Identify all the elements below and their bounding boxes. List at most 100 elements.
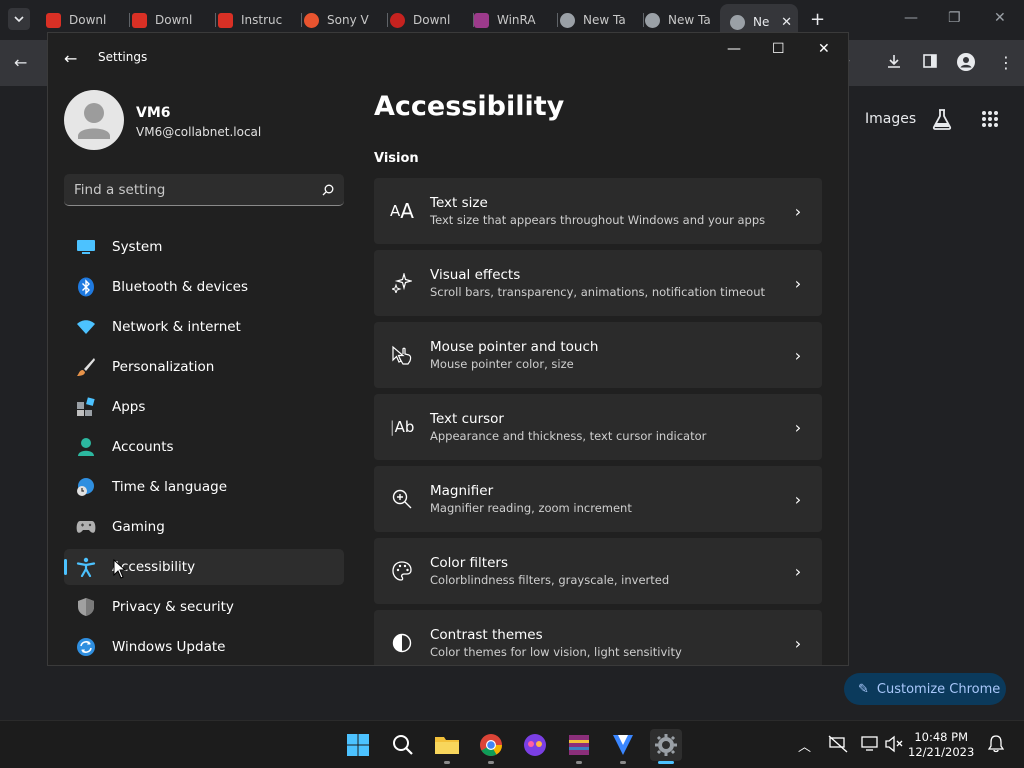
tab-label: Downl <box>69 13 107 27</box>
settings-window: ← Settings — ☐ ✕ VM6 VM6@collabnet.local… <box>47 32 849 666</box>
app-taskbar-button-2[interactable] <box>607 729 639 764</box>
notification-bell-icon[interactable] <box>987 735 1005 757</box>
system-clock[interactable]: 10:48 PM 12/21/2023 <box>908 730 974 760</box>
chrome-taskbar-button[interactable] <box>475 729 507 764</box>
card-desc: Scroll bars, transparency, animations, n… <box>430 285 765 299</box>
start-button[interactable] <box>342 729 374 761</box>
purple-app-icon <box>524 734 546 756</box>
file-explorer-button[interactable] <box>431 729 463 764</box>
display-icon[interactable] <box>861 735 879 757</box>
settings-nav: System Bluetooth & devices Network & int… <box>64 229 344 665</box>
chevron-right-icon: › <box>794 561 802 581</box>
images-link[interactable]: Images <box>865 111 916 127</box>
customize-chrome-button[interactable]: ✎ Customize Chrome <box>844 673 1006 705</box>
maximize-icon[interactable]: ☐ <box>772 41 785 57</box>
card-title: Contrast themes <box>430 627 543 643</box>
network-disconnected-icon[interactable] <box>828 735 848 757</box>
profile-icon[interactable] <box>957 53 975 75</box>
download-icon[interactable] <box>886 53 902 73</box>
nav-item-bluetooth[interactable]: Bluetooth & devices <box>64 269 344 305</box>
labs-flask-icon[interactable] <box>932 108 952 134</box>
nav-item-network[interactable]: Network & internet <box>64 309 344 345</box>
card-text-size[interactable]: AA Text size Text size that appears throu… <box>374 178 822 244</box>
settings-titlebar: ← Settings — ☐ ✕ <box>48 33 848 81</box>
nav-label: Time & language <box>112 479 228 495</box>
nav-item-gaming[interactable]: Gaming <box>64 509 344 545</box>
globe-clock-icon <box>76 477 96 497</box>
nav-item-accounts[interactable]: Accounts <box>64 429 344 465</box>
tab-label: Instruc <box>241 13 283 27</box>
card-contrast-themes[interactable]: Contrast themes Color themes for low visi… <box>374 610 822 665</box>
avatar[interactable] <box>64 90 124 150</box>
section-heading: Vision <box>374 151 419 166</box>
page-title: Accessibility <box>374 91 565 122</box>
close-tab-icon[interactable]: ✕ <box>781 15 792 30</box>
app-title: Settings <box>98 50 148 64</box>
nav-item-windows-update[interactable]: Windows Update <box>64 629 344 665</box>
card-title: Text size <box>430 195 488 211</box>
tab-label: Ne <box>753 15 770 29</box>
card-mouse-pointer-touch[interactable]: Mouse pointer and touch Mouse pointer col… <box>374 322 822 388</box>
clock-time: 10:48 PM <box>914 730 968 744</box>
accounts-icon <box>76 437 96 457</box>
pencil-icon: ✎ <box>858 681 869 697</box>
search-input[interactable] <box>74 181 322 198</box>
windows-logo-icon <box>347 734 369 756</box>
browser-tab[interactable]: Downl <box>390 6 474 34</box>
back-arrow-icon[interactable]: ← <box>64 49 77 68</box>
winrar-taskbar-button[interactable] <box>563 729 595 764</box>
nav-item-personalization[interactable]: Personalization <box>64 349 344 385</box>
menu-kebab-icon[interactable]: ⋮ <box>998 53 1014 72</box>
side-panel-icon[interactable] <box>922 53 938 73</box>
card-magnifier[interactable]: Magnifier Magnifier reading, zoom increme… <box>374 466 822 532</box>
nav-label: Network & internet <box>112 319 241 335</box>
browser-tab[interactable]: New Ta <box>645 6 729 34</box>
browser-tab[interactable]: WinRA <box>474 6 558 34</box>
settings-cards: AA Text size Text size that appears throu… <box>374 178 822 665</box>
taskbar: ︿ 10:48 PM 12/21/2023 <box>0 720 1024 768</box>
text-cursor-icon: | Ab <box>389 418 415 436</box>
update-icon <box>76 637 96 657</box>
google-apps-icon[interactable] <box>981 110 999 132</box>
search-icon <box>322 184 334 195</box>
wifi-icon <box>76 317 96 337</box>
browser-tab[interactable]: Downl <box>46 6 130 34</box>
settings-taskbar-button[interactable] <box>650 729 682 764</box>
pdf-download-icon <box>218 12 233 28</box>
nav-item-apps[interactable]: Apps <box>64 389 344 425</box>
browser-tab[interactable]: New Ta <box>560 6 644 34</box>
browser-tab[interactable]: Instruc <box>218 6 302 34</box>
nav-item-privacy-security[interactable]: Privacy & security <box>64 589 344 625</box>
close-icon[interactable]: ✕ <box>818 41 830 57</box>
minimize-icon[interactable]: — <box>727 41 741 57</box>
show-hidden-icons-chevron-icon[interactable]: ︿ <box>798 736 811 755</box>
chevron-right-icon: › <box>794 417 802 437</box>
card-desc: Mouse pointer color, size <box>430 357 574 371</box>
taskbar-search-button[interactable] <box>387 729 419 761</box>
chevron-right-icon: › <box>794 201 802 221</box>
tab-search-button[interactable] <box>8 8 30 30</box>
card-visual-effects[interactable]: Visual effects Scroll bars, transparency,… <box>374 250 822 316</box>
browser-restore-icon[interactable]: ❐ <box>948 10 961 26</box>
browser-close-icon[interactable]: ✕ <box>994 10 1006 26</box>
card-color-filters[interactable]: Color filters Colorblindness filters, gra… <box>374 538 822 604</box>
card-text-cursor[interactable]: | Ab Text cursor Appearance and thickness,… <box>374 394 822 460</box>
mouse-cursor-icon <box>113 559 127 579</box>
new-tab-button[interactable]: + <box>810 9 825 30</box>
browser-tab[interactable]: Downl <box>132 6 216 34</box>
card-title: Color filters <box>430 555 508 571</box>
search-box[interactable] <box>64 174 344 206</box>
app-taskbar-button[interactable] <box>519 729 551 761</box>
browser-minimize-icon[interactable]: — <box>904 10 918 26</box>
volume-muted-icon[interactable] <box>884 735 904 757</box>
nav-item-time-language[interactable]: Time & language <box>64 469 344 505</box>
apps-icon <box>76 397 96 417</box>
nav-label: Gaming <box>112 519 165 535</box>
nav-item-system[interactable]: System <box>64 229 344 265</box>
card-title: Magnifier <box>430 483 494 499</box>
browser-tab[interactable]: Sony V <box>304 6 388 34</box>
nav-item-accessibility[interactable]: Accessibility <box>64 549 344 585</box>
sony-icon <box>304 12 319 28</box>
back-arrow-icon[interactable]: ← <box>14 53 27 72</box>
gamepad-icon <box>76 517 96 537</box>
